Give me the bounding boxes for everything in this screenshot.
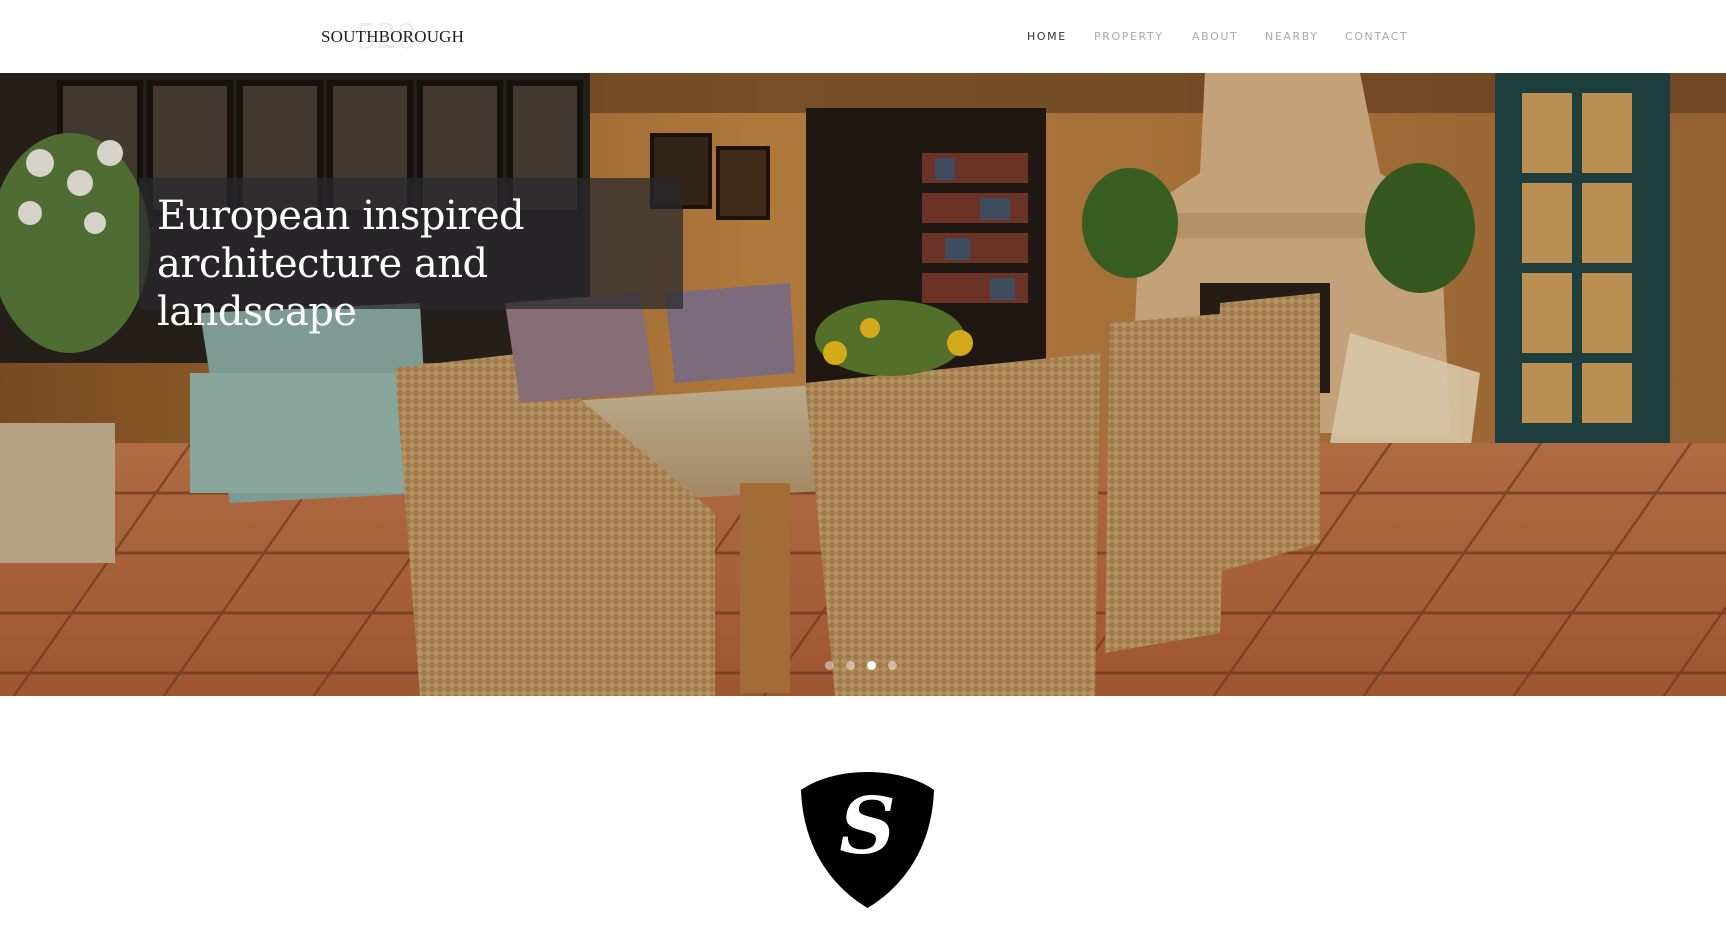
hero-image xyxy=(0,73,1726,696)
site-header: 520 SOUTHBOROUGH HOME PROPERTY ABOUT NEA… xyxy=(0,0,1726,73)
hero-caption: European inspired architecture and lands… xyxy=(139,178,683,335)
slider-dot-3[interactable] xyxy=(867,661,876,670)
nav-nearby[interactable]: NEARBY xyxy=(1265,30,1319,43)
nav-property[interactable]: PROPERTY xyxy=(1094,30,1164,43)
crest-logo: S xyxy=(799,770,936,910)
slider-dot-2[interactable] xyxy=(846,661,855,670)
slider-dot-4[interactable] xyxy=(888,661,897,670)
nav-about[interactable]: ABOUT xyxy=(1192,30,1238,43)
slider-pagination xyxy=(825,661,905,671)
hero-slider[interactable]: European inspired architecture and lands… xyxy=(0,73,1726,696)
main-nav: HOME PROPERTY ABOUT NEARBY CONTACT xyxy=(1015,0,1415,73)
logo-name: SOUTHBOROUGH xyxy=(321,27,465,46)
hero-caption-line-2: architecture and landscape xyxy=(157,241,488,335)
site-logo[interactable]: 520 SOUTHBOROUGH xyxy=(321,15,465,57)
nav-home[interactable]: HOME xyxy=(1027,30,1067,43)
crest-letter: S xyxy=(839,781,896,872)
hero-caption-text: European inspired architecture and lands… xyxy=(157,192,677,336)
nav-contact[interactable]: CONTACT xyxy=(1345,30,1408,43)
hero-caption-line-1: European inspired xyxy=(157,193,525,239)
slider-dot-1[interactable] xyxy=(825,661,834,670)
